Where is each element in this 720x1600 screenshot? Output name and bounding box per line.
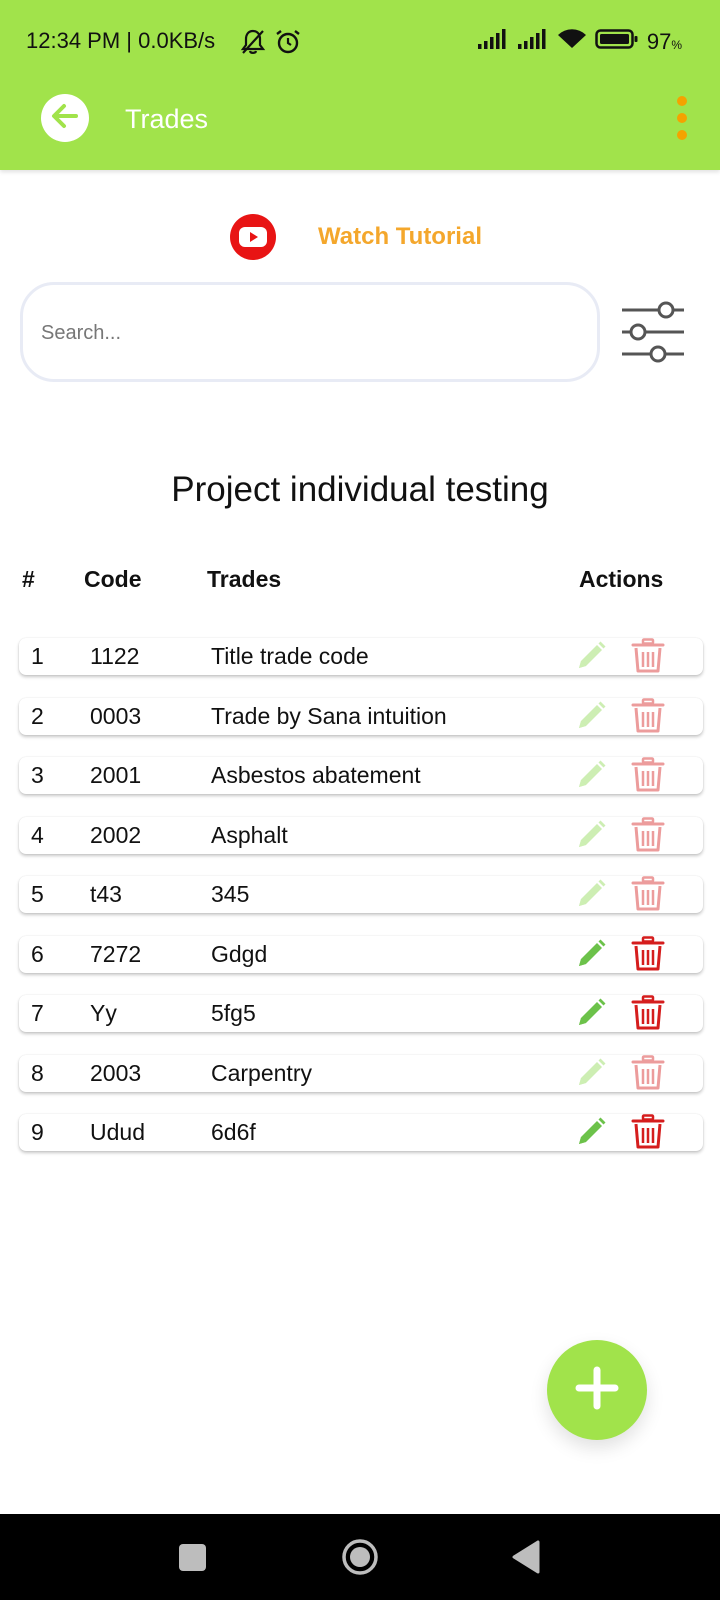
row-trade: 6d6f	[211, 1119, 256, 1145]
status-time: 12:34 PM | 0.0KB/s	[26, 28, 216, 53]
row-trade: 5fg5	[211, 1000, 256, 1026]
back-button[interactable]	[41, 94, 89, 142]
more-vertical-icon[interactable]	[672, 96, 692, 140]
back-triangle-icon[interactable]	[512, 1540, 542, 1574]
row-code: Udud	[90, 1119, 145, 1145]
bell-off-icon	[240, 28, 266, 61]
row-number: 5	[31, 881, 44, 907]
row-trade: Asphalt	[211, 821, 288, 848]
system-nav-bar	[0, 1514, 720, 1600]
table-row: 5 t43 345	[19, 876, 703, 913]
pencil-icon[interactable]	[575, 700, 607, 732]
row-trade: Gdgd	[211, 940, 268, 967]
row-trade: Asbestos abatement	[211, 762, 421, 788]
battery-unit: %	[671, 37, 682, 52]
trash-icon[interactable]	[631, 638, 665, 674]
recent-apps-icon[interactable]	[179, 1544, 206, 1571]
column-header-actions: Actions	[579, 566, 664, 592]
watch-tutorial-link[interactable]: Watch Tutorial	[230, 214, 482, 260]
watch-tutorial-label: Watch Tutorial	[318, 223, 482, 250]
signal-icon	[477, 28, 509, 55]
column-header-num: #	[22, 566, 35, 592]
table-row: 1 1122 Title trade code	[19, 638, 703, 675]
column-header-trades: Trades	[207, 566, 282, 592]
row-code: 2003	[90, 1059, 142, 1086]
app-bar: Trades	[0, 86, 720, 170]
row-code: 7272	[90, 940, 142, 967]
menu-dot	[677, 96, 687, 106]
row-number: 9	[31, 1119, 44, 1145]
status-bar: 12:34 PM | 0.0KB/s 97%	[0, 0, 720, 86]
row-number: 7	[31, 1000, 44, 1026]
table-row: 8 2003 Carpentry	[19, 1054, 703, 1092]
table-row: 3 2001 Asbestos abatement	[19, 757, 703, 794]
row-code: 1122	[90, 643, 140, 669]
search-input[interactable]	[41, 313, 571, 353]
arrow-left-icon	[49, 100, 81, 137]
wifi-icon	[557, 28, 587, 55]
pencil-icon[interactable]	[575, 997, 607, 1029]
trades-list: 1 1122 Title trade code 2 0003 Trade by …	[19, 638, 703, 1174]
trash-icon[interactable]	[631, 935, 665, 972]
trash-icon[interactable]	[631, 757, 665, 793]
table-row: 4 2002 Asphalt	[19, 816, 703, 854]
youtube-icon	[230, 214, 276, 260]
signal-icon	[517, 28, 549, 55]
row-trade: Title trade code	[211, 643, 369, 669]
row-number: 4	[31, 821, 44, 848]
row-number: 2	[31, 702, 44, 729]
trash-icon[interactable]	[631, 697, 665, 734]
pencil-icon[interactable]	[575, 938, 607, 970]
row-number: 8	[31, 1059, 44, 1086]
table-row: 9 Udud 6d6f	[19, 1114, 703, 1151]
pencil-icon[interactable]	[575, 1116, 607, 1148]
table-row: 7 Yy 5fg5	[19, 995, 703, 1032]
trash-icon[interactable]	[631, 1114, 665, 1150]
trash-icon[interactable]	[631, 816, 665, 853]
home-icon[interactable]	[341, 1538, 379, 1576]
row-number: 3	[31, 762, 44, 788]
trash-icon[interactable]	[631, 995, 665, 1031]
search-box	[20, 282, 600, 382]
row-code: Yy	[90, 1000, 117, 1026]
row-number: 6	[31, 940, 44, 967]
alarm-icon	[274, 28, 302, 61]
row-code: 2001	[90, 762, 142, 788]
battery-level: 97%	[647, 29, 682, 55]
page-title: Trades	[125, 104, 209, 134]
project-title: Project individual testing	[171, 470, 549, 509]
top-bar: 12:34 PM | 0.0KB/s 97% Trades	[0, 0, 720, 170]
battery-icon	[595, 28, 639, 55]
plus-icon	[575, 1366, 619, 1415]
row-code: 0003	[90, 702, 142, 729]
column-header-code: Code	[84, 566, 142, 592]
trash-icon[interactable]	[631, 1054, 665, 1091]
row-trade: Trade by Sana intuition	[211, 702, 447, 729]
menu-dot	[677, 130, 687, 140]
table-header: # Code Trades Actions	[0, 566, 720, 600]
row-trade: 345	[211, 881, 250, 907]
pencil-icon[interactable]	[575, 759, 607, 791]
pencil-icon[interactable]	[575, 640, 607, 672]
pencil-icon[interactable]	[575, 819, 607, 851]
pencil-icon[interactable]	[575, 1057, 607, 1089]
row-code: 2002	[90, 821, 142, 848]
trash-icon[interactable]	[631, 876, 665, 912]
row-trade: Carpentry	[211, 1059, 312, 1086]
row-code: t43	[90, 881, 122, 907]
filter-button[interactable]	[618, 296, 690, 368]
battery-value: 97	[646, 28, 672, 54]
row-number: 1	[31, 643, 44, 669]
menu-dot	[677, 113, 687, 123]
table-row: 6 7272 Gdgd	[19, 935, 703, 973]
table-row: 2 0003 Trade by Sana intuition	[19, 697, 703, 735]
add-trade-button[interactable]	[547, 1340, 647, 1440]
sliders-icon	[618, 301, 690, 372]
status-right: 97%	[477, 28, 682, 55]
pencil-icon[interactable]	[575, 878, 607, 910]
